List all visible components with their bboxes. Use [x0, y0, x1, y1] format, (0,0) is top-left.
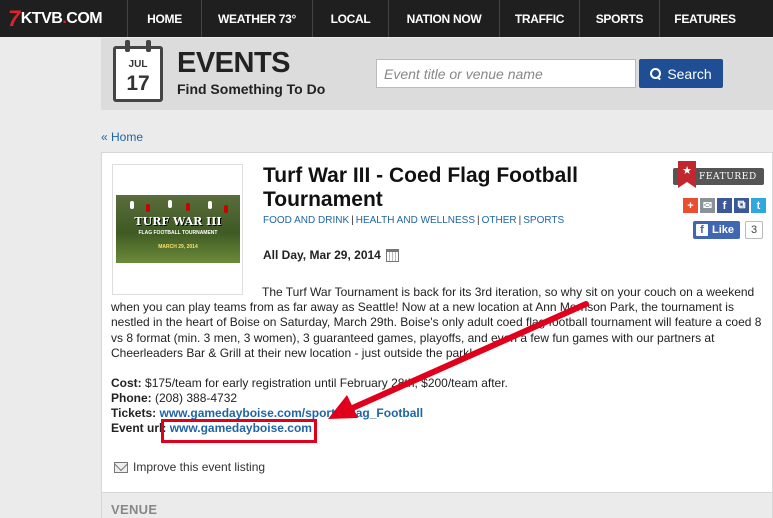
annotation-arrow	[328, 301, 589, 419]
annotation-highlight-box	[161, 419, 317, 443]
annotation-arrow-shaft	[345, 301, 589, 413]
